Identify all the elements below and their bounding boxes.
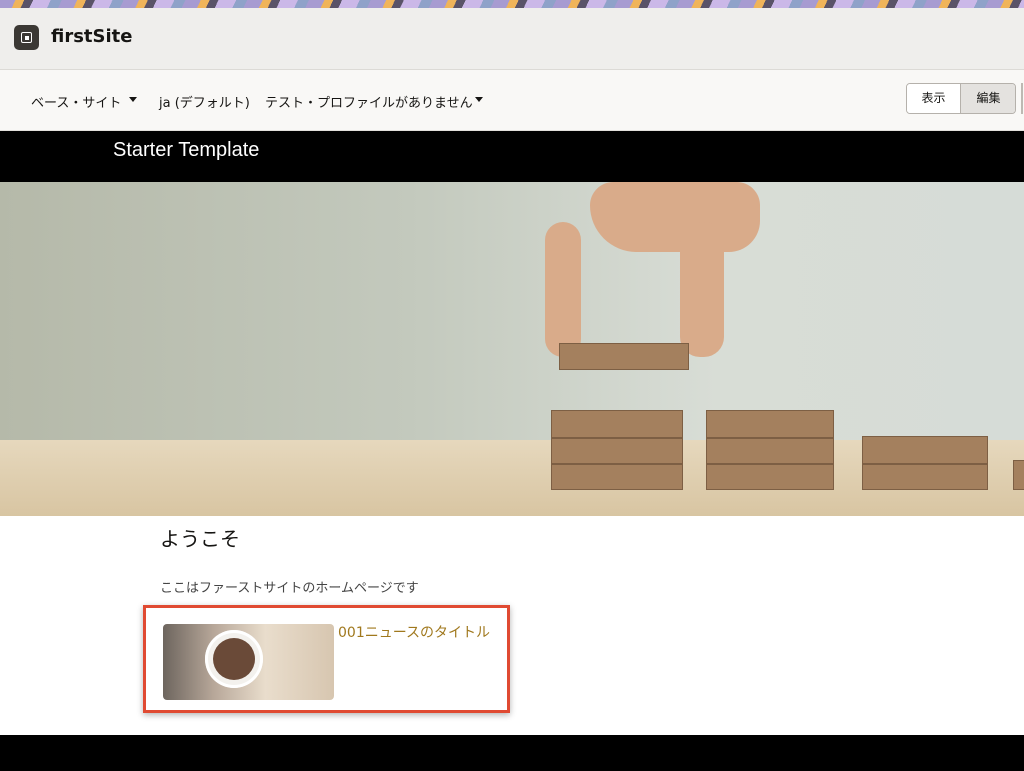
wood-block (706, 438, 834, 464)
news-title-link[interactable]: 001ニュースのタイトル (338, 622, 490, 642)
page-header: Starter Template (0, 131, 1024, 182)
base-site-dropdown[interactable]: ベース・サイト (31, 92, 121, 111)
test-profile-label: テスト・プロファイルがありません (265, 96, 473, 111)
hero-image (0, 182, 1024, 516)
intro-text: ここはファーストサイトのホームページです (160, 581, 419, 596)
chevron-down-icon[interactable] (475, 97, 483, 102)
edit-button[interactable]: 編集 (961, 84, 1015, 113)
held-wood-block (559, 343, 689, 370)
view-button[interactable]: 表示 (907, 84, 961, 113)
wood-block (551, 464, 683, 490)
news-thumbnail[interactable] (163, 624, 334, 700)
welcome-heading: ようこそ (160, 527, 240, 551)
app-header: firstSite (0, 8, 1024, 70)
base-site-label: ベース・サイト (31, 96, 122, 111)
hand-thumb (680, 222, 724, 357)
decorative-top-band (0, 0, 1024, 8)
wood-block (1013, 460, 1024, 490)
wood-block (551, 410, 683, 438)
page-footer (0, 735, 1024, 771)
wood-block (551, 438, 683, 464)
view-edit-toggle: 表示 編集 (906, 83, 1016, 114)
chevron-down-icon[interactable] (129, 97, 137, 102)
site-title: firstSite (51, 26, 133, 47)
language-selector[interactable]: ja (デフォルト) (159, 92, 250, 111)
page-header-title: Starter Template (113, 139, 260, 161)
news-list-item[interactable]: 001ニュースのタイトル (143, 605, 510, 713)
hand-finger (545, 222, 581, 357)
hand-shape (590, 182, 760, 252)
wood-block (706, 464, 834, 490)
coffee-image (213, 638, 255, 680)
editor-toolbar: ベース・サイト ja (デフォルト) テスト・プロファイルがありません 表示 編… (0, 70, 1024, 131)
wood-block (862, 436, 988, 464)
wood-block (706, 410, 834, 438)
test-profile-dropdown[interactable]: テスト・プロファイルがありません (265, 92, 473, 111)
toolbar-divider (1021, 83, 1023, 114)
site-icon (14, 25, 39, 50)
wood-block (862, 464, 988, 490)
